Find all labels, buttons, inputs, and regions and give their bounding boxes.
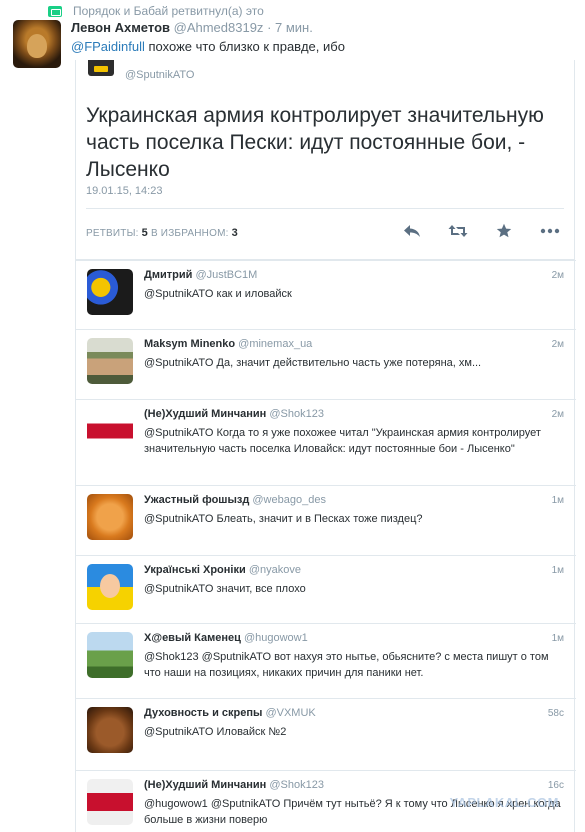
reply-author-handle[interactable]: @nyakove [249, 564, 301, 576]
reply-author-name[interactable]: (Не)Худший Минчанин [144, 408, 266, 420]
reply-time[interactable]: 2м [552, 409, 564, 420]
reply-avatar[interactable] [87, 269, 133, 315]
reply-item[interactable]: Дмитрий @JustBC1M 2м @SputnikATO как и и… [76, 260, 576, 329]
reply-avatar[interactable] [87, 779, 133, 825]
reply-avatar[interactable] [87, 494, 133, 540]
reply-item[interactable]: Maksym Minenko @minemax_ua 2м @SputnikAT… [76, 329, 576, 399]
tweet-actions [402, 222, 560, 240]
reply-author-name[interactable]: Х@евый Каменец [144, 632, 241, 644]
reply-author-name[interactable]: (Не)Худший Минчанин [144, 779, 266, 791]
reply-author-handle[interactable]: @Shok123 [269, 779, 324, 791]
favorites-label[interactable]: В ИЗБРАННОМ: [151, 228, 229, 239]
reply-author-name[interactable]: Дмитрий [144, 269, 192, 281]
retweet-text: Порядок и Бабай ретвитнул(а) это [73, 4, 264, 18]
retweets-count[interactable]: 5 [142, 227, 148, 239]
reply-author-name[interactable]: Ужастный фошызд [144, 494, 249, 506]
reply-author-handle[interactable]: @hugowow1 [244, 632, 308, 644]
reply-time[interactable]: 2м [552, 270, 564, 281]
reply-text: @SputnikATO Да, значит действительно час… [144, 357, 482, 369]
source-handle[interactable]: @SputnikATO [125, 69, 194, 81]
reply-item[interactable]: Ужастный фошызд @webago_des 1м @SputnikA… [76, 485, 576, 555]
tweet-stats: РЕТВИТЫ: 5 В ИЗБРАННОМ: 3 [86, 227, 238, 239]
reply-text: @SputnikATO Когда то я уже похожее читал… [144, 427, 541, 455]
retweets-label[interactable]: РЕТВИТЫ: [86, 228, 139, 239]
reply-author-name[interactable]: Духовность и скрепы [144, 707, 262, 719]
retweet-icon [48, 5, 62, 17]
reply-time[interactable]: 1м [552, 495, 564, 506]
reply-author-handle[interactable]: @minemax_ua [238, 338, 312, 350]
reply-button[interactable] [402, 222, 422, 240]
outer-tweet-text: @FPaidinfull похоже что близко к правде,… [71, 39, 345, 54]
outer-tweet-body: похоже что близко к правде, ибо [144, 39, 345, 54]
reply-author-handle[interactable]: @VXMUK [265, 707, 315, 719]
reply-author-handle[interactable]: @Shok123 [269, 408, 324, 420]
reply-text: @SputnikATO Блеать, значит и в Песках то… [144, 513, 423, 525]
reply-text: @SputnikATO как и иловайск [144, 288, 292, 300]
retweet-context: Порядок и Бабай ретвитнул(а) это [48, 2, 264, 20]
reply-avatar[interactable] [87, 408, 133, 454]
reply-time[interactable]: 58с [548, 708, 564, 719]
outer-author-handle[interactable]: @Ahmed8319z [174, 20, 264, 35]
outer-tweet-header: Левон Ахметов @Ahmed8319z · 7 мин. [71, 20, 313, 35]
reply-avatar[interactable] [87, 564, 133, 610]
retweet-action-icon [448, 225, 468, 237]
quoted-tweet-card: @SputnikATO Украинская армия контролируе… [75, 60, 576, 832]
reply-text: @SputnikATO значит, все плохо [144, 583, 306, 595]
reply-text: @SputnikATO Иловайск №2 [144, 726, 287, 738]
watermark: YAPLAKAL.COM [449, 795, 559, 810]
reply-time[interactable]: 2м [552, 339, 564, 350]
source-avatar[interactable] [88, 60, 114, 76]
reply-icon [404, 225, 420, 237]
retweet-button[interactable] [448, 222, 468, 240]
star-icon [496, 223, 512, 238]
more-icon [540, 228, 560, 234]
reply-author-name[interactable]: Українські Хроніки [144, 564, 246, 576]
outer-mention-link[interactable]: @FPaidinfull [71, 39, 145, 54]
reply-item[interactable]: (Не)Худший Минчанин @Shok123 2м @Sputnik… [76, 399, 576, 485]
reply-item[interactable]: Х@евый Каменец @hugowow1 1м @Shok123 @Sp… [76, 623, 576, 698]
outer-tweet-time[interactable]: · 7 мин. [267, 20, 313, 35]
reply-time[interactable]: 16с [548, 780, 564, 791]
reply-avatar[interactable] [87, 632, 133, 678]
reply-time[interactable]: 1м [552, 565, 564, 576]
favorites-count[interactable]: 3 [232, 227, 238, 239]
reply-text: @Shok123 @SputnikATO вот нахуя это нытье… [144, 651, 549, 679]
reply-time[interactable]: 1м [552, 633, 564, 644]
favorite-button[interactable] [494, 222, 514, 240]
main-tweet-text: Украинская армия контролирует значительн… [86, 104, 544, 181]
outer-author-name[interactable]: Левон Ахметов [71, 20, 170, 35]
main-tweet-date[interactable]: 19.01.15, 14:23 [86, 185, 162, 197]
divider [86, 208, 564, 209]
more-button[interactable] [540, 222, 560, 240]
reply-item[interactable]: Українські Хроніки @nyakove 1м @SputnikA… [76, 555, 576, 623]
reply-avatar[interactable] [87, 338, 133, 384]
reply-avatar[interactable] [87, 707, 133, 753]
reply-item[interactable]: Духовность и скрепы @VXMUK 58с @SputnikA… [76, 698, 576, 770]
outer-avatar[interactable] [13, 20, 61, 68]
reply-author-handle[interactable]: @webago_des [252, 494, 326, 506]
reply-author-name[interactable]: Maksym Minenko [144, 338, 235, 350]
reply-author-handle[interactable]: @JustBC1M [195, 269, 257, 281]
